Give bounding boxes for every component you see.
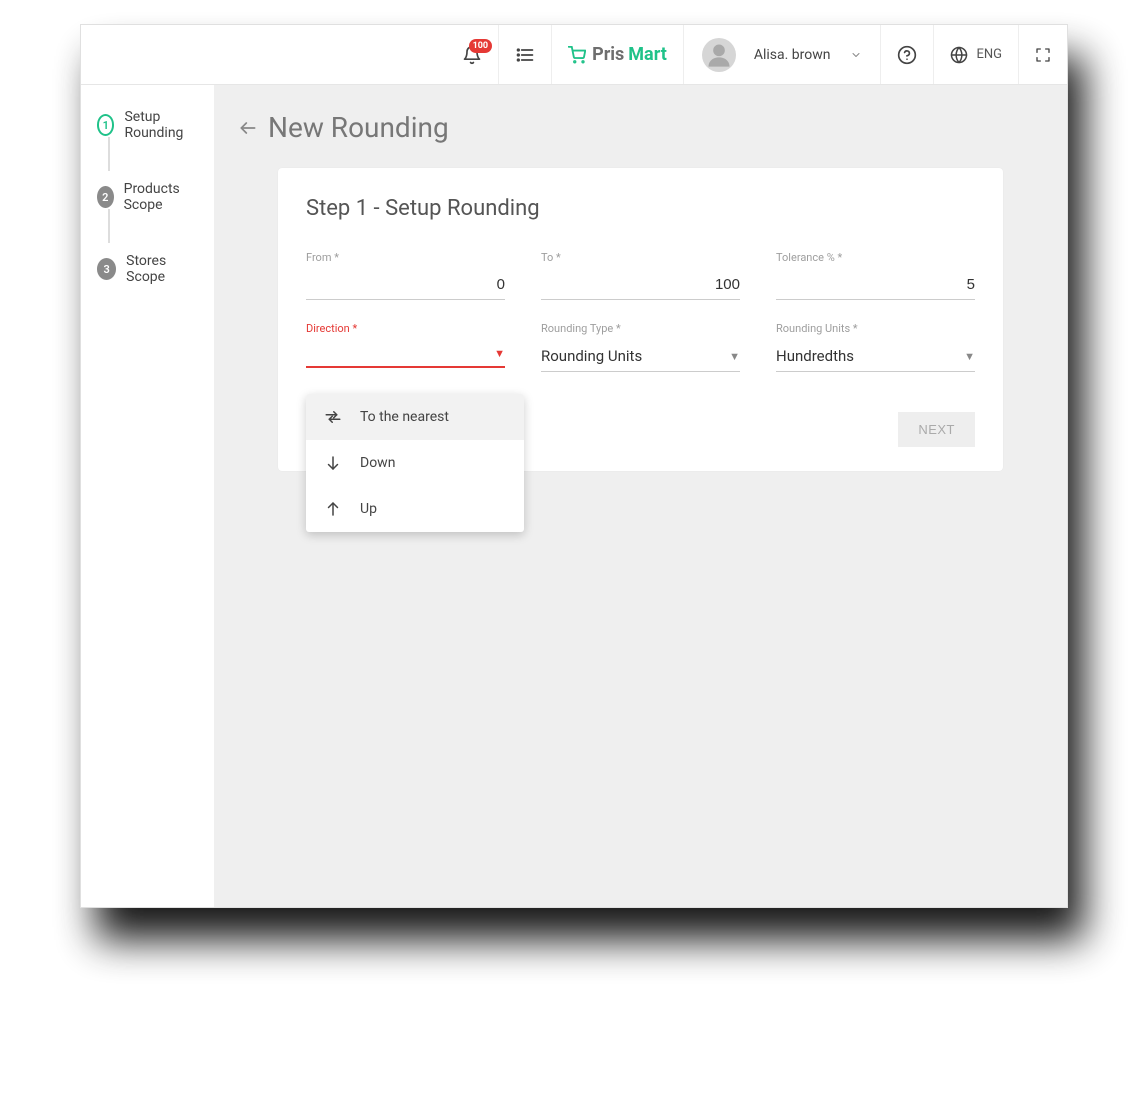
menu-list-button[interactable] [498,25,551,84]
globe-icon [950,46,968,64]
brand-text-1: Pris [592,44,624,65]
field-label: To * [541,251,740,264]
user-name: Alisa. brown [754,47,831,63]
chevron-down-icon [850,49,862,61]
language-label: ENG [976,47,1002,62]
rounding-type-field: Rounding Type * Rounding Units ▼ [541,322,740,372]
help-button[interactable] [880,25,933,84]
step-number: 3 [97,258,116,280]
from-field: From * [306,251,505,300]
cart-icon [568,46,586,64]
sidebar-item-setup-rounding[interactable]: 1 Setup Rounding [97,109,198,141]
app-window: 100 PrisMart Alisa. brown [80,24,1068,908]
sidebar: 1 Setup Rounding 2 Products Scope 3 Stor… [81,85,214,907]
fullscreen-button[interactable] [1018,25,1067,84]
field-label: From * [306,251,505,264]
field-label: Rounding Units * [776,322,975,335]
rounding-type-select[interactable]: Rounding Units ▼ [541,341,740,372]
setup-card: Step 1 - Setup Rounding From * To * Tole… [278,168,1003,471]
card-title: Step 1 - Setup Rounding [306,196,975,221]
step-number: 1 [97,114,114,136]
language-selector[interactable]: ENG [933,25,1018,84]
sidebar-item-label: Stores Scope [126,253,198,285]
option-label: To the nearest [360,409,449,425]
brand-text-2: Mart [628,44,667,65]
avatar [702,38,736,72]
direction-select[interactable]: ▼ [306,341,505,368]
brand-logo[interactable]: PrisMart [551,25,683,84]
arrow-up-icon [324,500,342,518]
from-input[interactable] [306,270,505,300]
caret-down-icon: ▼ [494,347,505,360]
list-icon [515,45,535,65]
option-label: Up [360,501,377,517]
rounding-units-select[interactable]: Hundredths ▼ [776,341,975,372]
swap-icon [324,408,342,426]
next-button[interactable]: NEXT [898,412,975,447]
user-menu[interactable]: Alisa. brown [683,25,881,84]
direction-option-up[interactable]: Up [306,486,524,532]
direction-dropdown: To the nearest Down Up [306,394,524,532]
main-content: New Rounding Step 1 - Setup Rounding Fro… [214,85,1067,907]
sidebar-item-label: Products Scope [124,181,198,213]
topbar: 100 PrisMart Alisa. brown [81,25,1067,85]
tolerance-input[interactable] [776,270,975,300]
field-label: Direction * [306,322,505,335]
option-label: Down [360,455,395,471]
sidebar-item-label: Setup Rounding [124,109,198,141]
page-header: New Rounding [214,85,1067,168]
fullscreen-icon [1035,47,1051,63]
select-value: Rounding Units [541,347,642,365]
direction-option-nearest[interactable]: To the nearest [306,394,524,440]
to-field: To * [541,251,740,300]
notifications-button[interactable]: 100 [446,25,498,84]
tolerance-field: Tolerance % * [776,251,975,300]
caret-down-icon: ▼ [729,350,740,363]
notification-count: 100 [469,39,493,53]
rounding-units-field: Rounding Units * Hundredths ▼ [776,322,975,372]
sidebar-item-products-scope[interactable]: 2 Products Scope [97,181,198,213]
page-title: New Rounding [268,111,449,144]
field-label: Rounding Type * [541,322,740,335]
caret-down-icon: ▼ [964,350,975,363]
arrow-down-icon [324,454,342,472]
direction-option-down[interactable]: Down [306,440,524,486]
help-icon [897,45,917,65]
to-input[interactable] [541,270,740,300]
step-number: 2 [97,186,114,208]
select-value: Hundredths [776,347,854,365]
direction-field: Direction * ▼ [306,322,505,372]
field-label: Tolerance % * [776,251,975,264]
back-button[interactable] [238,118,258,138]
sidebar-item-stores-scope[interactable]: 3 Stores Scope [97,253,198,285]
